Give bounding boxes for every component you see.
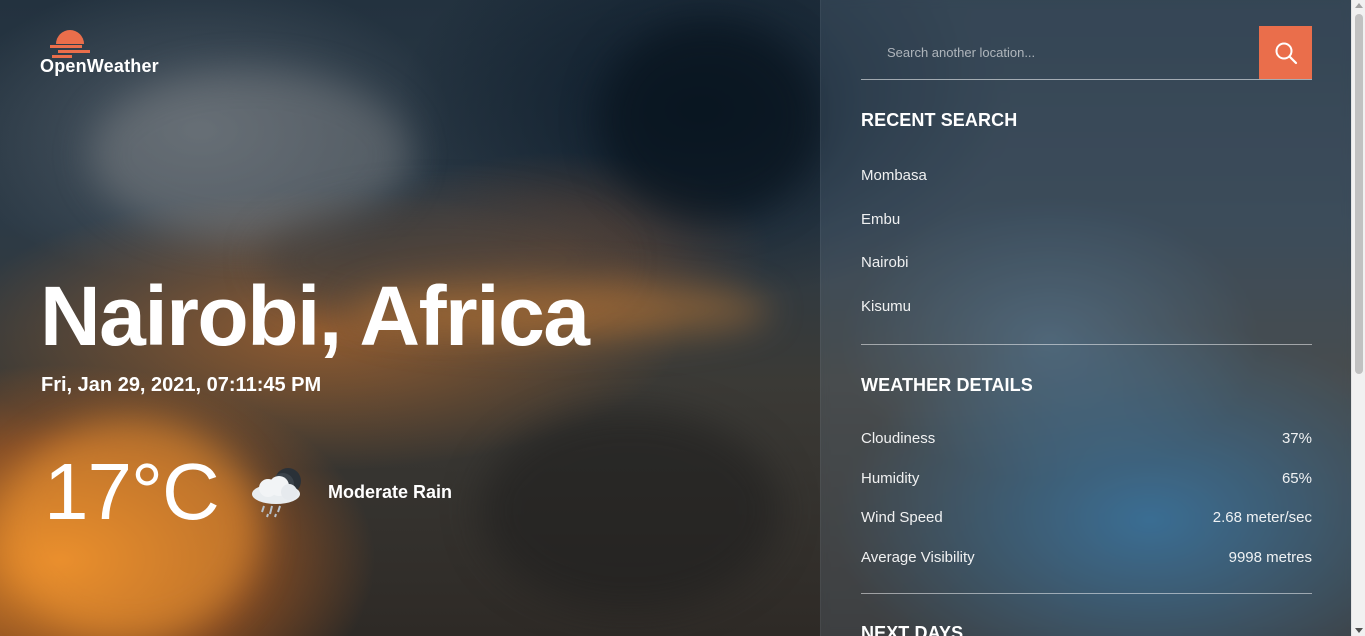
- search-input[interactable]: [861, 26, 1259, 79]
- side-panel: RECENT SEARCH Mombasa Embu Nairobi Kisum…: [820, 0, 1351, 636]
- rain-cloud-moon-icon: [252, 468, 301, 518]
- detail-label: Cloudiness: [861, 430, 936, 447]
- detail-value: 37%: [1281, 430, 1312, 447]
- recent-search-title: RECENT SEARCH: [861, 110, 1018, 130]
- temperature: 17°C: [44, 447, 220, 536]
- detail-row-humidity: Humidity 65%: [861, 470, 1312, 487]
- location-title: Nairobi, Africa: [40, 269, 590, 363]
- detail-value: 2.68 meter/sec: [1212, 509, 1312, 526]
- divider: [861, 344, 1312, 345]
- recent-item-embu[interactable]: Embu: [861, 211, 900, 228]
- recent-item-kisumu[interactable]: Kisumu: [861, 298, 911, 315]
- logo[interactable]: OpenWeather: [40, 26, 159, 77]
- scroll-up-arrow-icon[interactable]: [1355, 3, 1363, 8]
- search-bar: [861, 26, 1312, 80]
- scroll-thumb[interactable]: [1355, 14, 1363, 374]
- weather-condition: Moderate Rain: [328, 482, 453, 502]
- detail-label: Humidity: [861, 470, 920, 487]
- detail-label: Average Visibility: [861, 549, 975, 566]
- recent-item-mombasa[interactable]: Mombasa: [861, 167, 927, 184]
- sunset-icon: [50, 30, 90, 58]
- recent-item-nairobi[interactable]: Nairobi: [861, 254, 909, 271]
- scroll-down-arrow-icon[interactable]: [1355, 628, 1363, 633]
- detail-value: 9998 metres: [1228, 549, 1312, 566]
- weather-details-title: WEATHER DETAILS: [861, 375, 1033, 395]
- detail-value: 65%: [1281, 470, 1312, 487]
- detail-row-visibility: Average Visibility 9998 metres: [861, 549, 1312, 566]
- page-scrollbar[interactable]: [1351, 0, 1365, 636]
- detail-label: Wind Speed: [861, 509, 943, 526]
- current-datetime: Fri, Jan 29, 2021, 07:11:45 PM: [41, 374, 322, 396]
- search-icon: [1275, 42, 1297, 64]
- next-days-title: NEXT DAYS: [861, 623, 964, 636]
- detail-row-wind-speed: Wind Speed 2.68 meter/sec: [861, 509, 1312, 526]
- logo-text: OpenWeather: [40, 56, 159, 76]
- divider: [861, 593, 1312, 594]
- detail-row-cloudiness: Cloudiness 37%: [861, 430, 1312, 447]
- search-button[interactable]: [1259, 26, 1312, 79]
